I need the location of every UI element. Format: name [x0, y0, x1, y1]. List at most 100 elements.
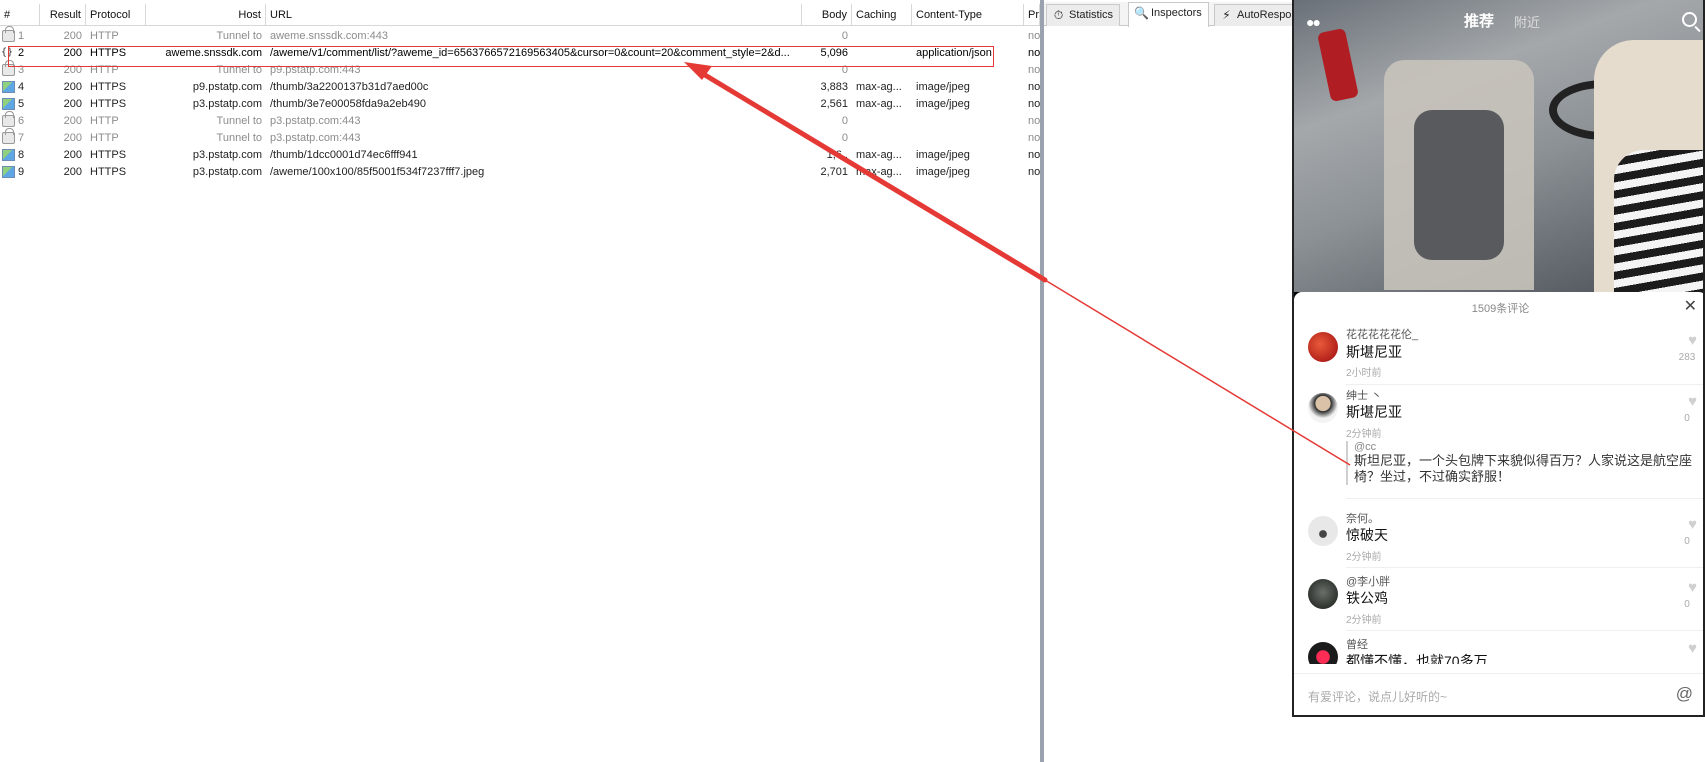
avatar[interactable] [1308, 393, 1338, 423]
heart-icon[interactable]: ♥ [1688, 640, 1697, 657]
cell-content-type: image/jpeg [916, 81, 970, 93]
comments-panel: 1509条评论 ✕ 花花花花花伦_ 斯堪尼亚 2小时前 ♥ 283 绅士 丶 斯… [1294, 292, 1703, 715]
lightning-icon: ⚡ [1222, 8, 1231, 22]
reply-quote[interactable]: @cc 斯坦尼亚，一个头包牌下来貌似得百万？人家说这是航空座椅？坐过，不过确实舒… [1346, 441, 1696, 485]
cell-url: /thumb/3a2200137b31d7aed00c [270, 81, 429, 93]
cell-content-type [912, 130, 1024, 147]
cell-host: Tunnel to [216, 115, 262, 127]
cell-process: no [1028, 30, 1040, 42]
cell-protocol: HTTPS [90, 166, 127, 178]
cell-content-type: image/jpeg [916, 166, 970, 178]
like-count: 0 [1684, 599, 1690, 610]
comment-username[interactable]: 花花花花花伦_ [1346, 326, 1418, 342]
video-frame[interactable]: ●● 推荐 附近 [1294, 0, 1703, 292]
avatar[interactable] [1308, 642, 1338, 664]
cell-url: p3.pstatp.com:443 [270, 132, 361, 144]
nav-recommend[interactable]: 推荐 [1464, 10, 1494, 31]
column-protocol[interactable]: Protocol [86, 4, 146, 26]
cell-protocol: HTTP [90, 30, 119, 42]
tab-inspectors-label: Inspectors [1151, 7, 1202, 19]
column-result[interactable]: Result [40, 4, 86, 26]
comment-input[interactable]: 有爱评论，说点儿好听的~ [1308, 688, 1447, 705]
comment-username[interactable]: @李小胖 [1346, 573, 1390, 589]
menu-dots-icon[interactable]: ●● [1306, 14, 1321, 30]
comment-text: 铁公鸡 [1346, 590, 1388, 606]
comment-time: 2分钟前 [1346, 429, 1382, 440]
tab-autoresponder-label: AutoRespon [1237, 9, 1298, 21]
comment-text: 斯堪尼亚 [1346, 404, 1402, 420]
comment-username[interactable]: 绅士 丶 [1346, 387, 1382, 403]
session-row[interactable]: 6 200 HTTP Tunnel to p3.pstatp.com:443 0 no [0, 111, 1040, 130]
comment-username[interactable]: 奈何。 [1346, 510, 1379, 526]
cell-result: 200 [63, 115, 82, 127]
cell-process: no [1028, 64, 1040, 76]
heart-icon[interactable]: ♥ [1688, 579, 1697, 596]
cell-num: 4 [18, 81, 25, 93]
cell-body: 1,6.. [826, 149, 848, 161]
session-row[interactable]: 7 200 HTTP Tunnel to p3.pstatp.com:443 0 no [0, 128, 1040, 147]
divider [1346, 567, 1703, 568]
tab-inspectors[interactable]: 🔍 Inspectors [1128, 2, 1209, 27]
comment-time: 2分钟前 [1346, 552, 1382, 563]
stopwatch-icon: ⏱ [1053, 8, 1064, 22]
cell-body: 2,701 [820, 166, 848, 178]
like-count: 0 [1684, 536, 1690, 547]
search-icon[interactable] [1682, 12, 1697, 27]
cell-process: no [1028, 149, 1040, 161]
session-row[interactable]: 8 200 HTTPS p3.pstatp.com/thumb/1dcc0001d74… [0, 147, 1040, 164]
session-row[interactable]: 1 200 HTTP Tunnel to aweme.snssdk.com:443 0 no [0, 26, 1040, 45]
cell-caching: max-ag... [856, 81, 902, 93]
cell-caching [852, 28, 912, 45]
magnifier-icon: 🔍 [1134, 6, 1149, 20]
nav-nearby[interactable]: 附近 [1514, 12, 1540, 31]
column-caching[interactable]: Caching [852, 4, 912, 26]
cell-host: p3.pstatp.com [192, 166, 262, 178]
close-icon[interactable]: ✕ [1684, 296, 1697, 316]
heart-icon[interactable]: ♥ [1688, 332, 1697, 349]
column-host[interactable]: Host [146, 4, 266, 26]
cell-caching: max-ag... [856, 149, 902, 161]
cell-process: no [1028, 98, 1040, 110]
cell-url: p3.pstatp.com:443 [270, 115, 361, 127]
like-count: 0 [1684, 413, 1690, 424]
column-content-type[interactable]: Content-Type [912, 4, 1024, 26]
phone-screen: ●● 推荐 附近 1509条评论 ✕ 花花花花花伦_ 斯堪尼亚 2小时前 ♥ 2… [1292, 0, 1705, 717]
column-process[interactable]: Pr [1024, 4, 1040, 26]
column-num[interactable]: # [0, 4, 40, 26]
session-row[interactable]: 9 200 HTTPS p3.pstatp.com/aweme/100x100/85f… [0, 164, 1040, 181]
cell-content-type [912, 113, 1024, 130]
screen: # Result Protocol Host URL Body Caching … [0, 0, 1705, 762]
reply-username[interactable]: @cc [1354, 441, 1696, 453]
cell-caching [852, 113, 912, 130]
avatar[interactable] [1308, 579, 1338, 609]
cell-process: no [1028, 47, 1040, 59]
cell-process: no [1028, 81, 1040, 93]
column-url[interactable]: URL [266, 4, 802, 26]
divider [1346, 384, 1703, 385]
avatar[interactable] [1308, 516, 1338, 546]
cell-body: 0 [841, 30, 848, 42]
column-header-row: # Result Protocol Host URL Body Caching … [0, 4, 1040, 26]
comment-username[interactable]: 曾经 [1346, 636, 1368, 652]
comment-time: 2分钟前 [1346, 615, 1382, 626]
mention-at-icon[interactable]: @ [1676, 684, 1693, 704]
reply-text: 斯坦尼亚，一个头包牌下来貌似得百万？人家说这是航空座椅？坐过，不过确实舒服！ [1354, 453, 1693, 484]
cell-url: aweme.snssdk.com:443 [270, 30, 388, 42]
cell-protocol: HTTP [90, 132, 119, 144]
session-row[interactable]: 5 200 HTTPS p3.pstatp.com/thumb/3e7e00058fd… [0, 96, 1040, 113]
cell-protocol: HTTP [90, 115, 119, 127]
cell-protocol: HTTPS [90, 81, 127, 93]
cell-content-type: image/jpeg [916, 98, 970, 110]
tab-autoresponder[interactable]: ⚡ AutoRespon [1214, 4, 1305, 26]
cell-process: no [1028, 132, 1040, 144]
heart-icon[interactable]: ♥ [1688, 393, 1697, 410]
avatar[interactable] [1308, 332, 1338, 362]
cell-url: /thumb/3e7e00058fda9a2eb490 [270, 98, 426, 110]
tab-statistics[interactable]: ⏱ Statistics [1046, 4, 1121, 26]
comment-item[interactable]: 曾经 都懂不懂，也就70多万 ♥ [1294, 634, 1703, 664]
column-body[interactable]: Body [802, 4, 852, 26]
cell-caching: max-ag... [856, 166, 902, 178]
session-row[interactable]: 4 200 HTTPS p9.pstatp.com/thumb/3a2200137b3… [0, 79, 1040, 96]
cell-body: 0 [841, 132, 848, 144]
heart-icon[interactable]: ♥ [1688, 516, 1697, 533]
